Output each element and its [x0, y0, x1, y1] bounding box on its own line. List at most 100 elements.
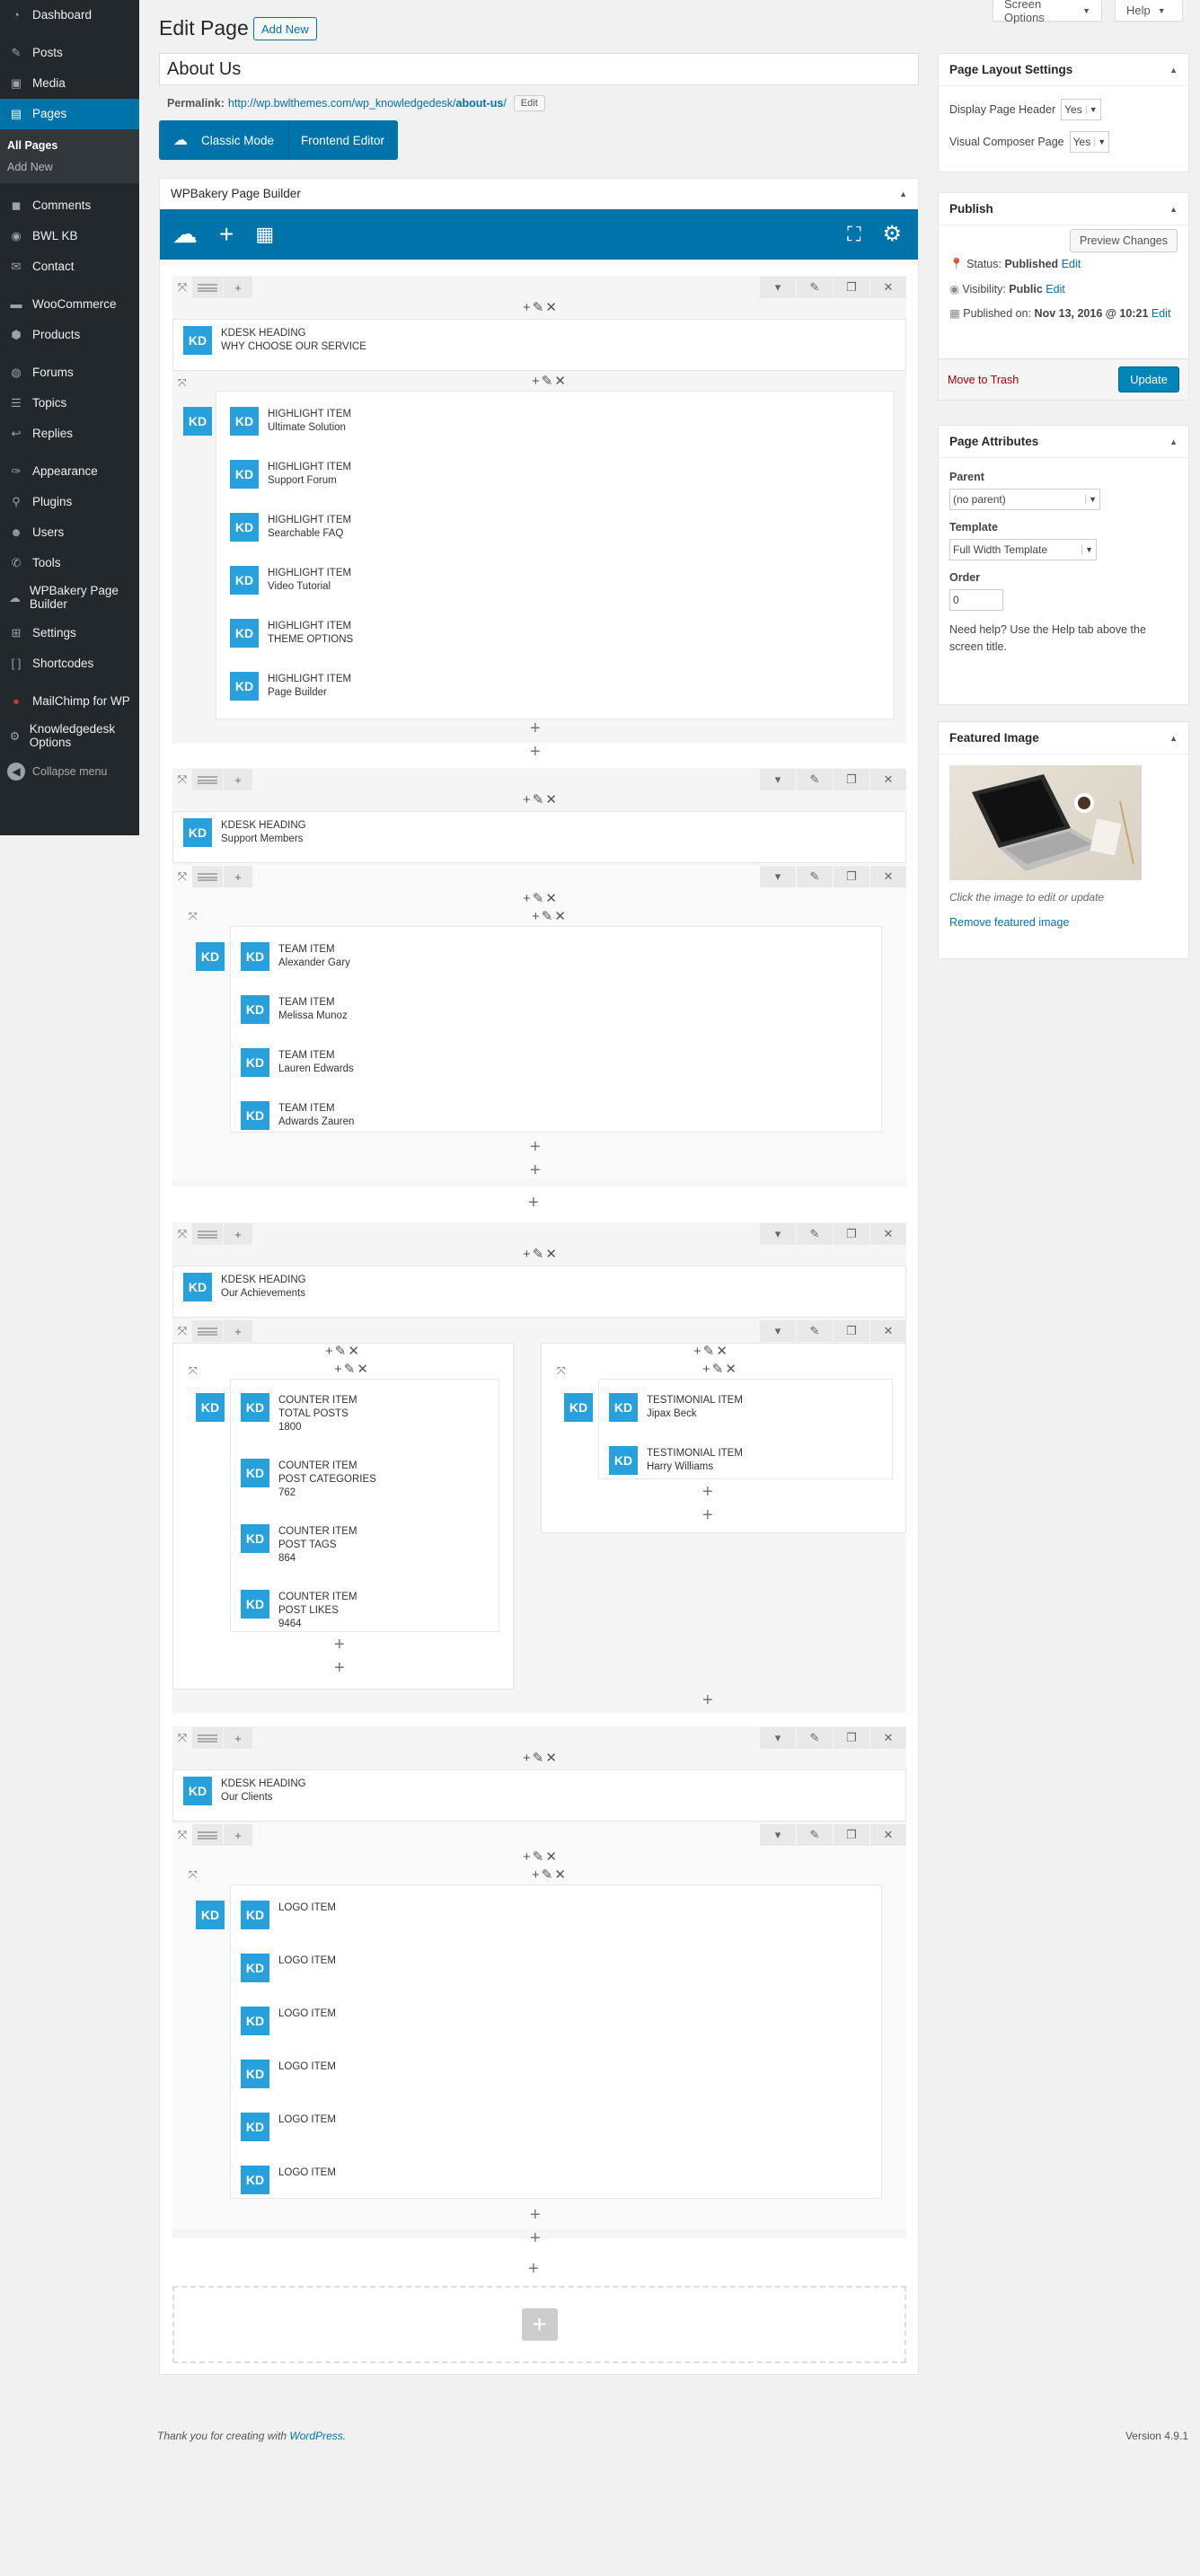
- drag-handle-icon[interactable]: [192, 769, 223, 790]
- move-icon[interactable]: ⤧: [178, 376, 187, 390]
- move-icon[interactable]: ⤧: [173, 277, 191, 298]
- sidebar-item-mailchimp[interactable]: ● MailChimp for WP: [0, 686, 139, 717]
- edit-row-icon[interactable]: ✎: [797, 1727, 833, 1749]
- add-icon[interactable]: +: [530, 1138, 541, 1156]
- title-input[interactable]: About Us: [159, 53, 919, 85]
- sidebar-item-shortcodes[interactable]: [ ] Shortcodes: [0, 648, 139, 679]
- submenu-all-pages[interactable]: All Pages: [0, 135, 139, 156]
- move-icon[interactable]: ⤧: [173, 1223, 191, 1245]
- clone-row-icon[interactable]: ❐: [834, 1320, 869, 1342]
- published-edit-link[interactable]: Edit: [1151, 307, 1171, 320]
- add-icon[interactable]: +: [523, 1849, 533, 1865]
- add-icon[interactable]: +: [532, 1867, 542, 1883]
- edit-icon[interactable]: ✎: [533, 300, 546, 315]
- edit-row-icon[interactable]: ✎: [797, 1320, 833, 1342]
- add-icon[interactable]: +: [523, 792, 533, 807]
- delete-icon[interactable]: ✕: [545, 891, 559, 906]
- builder-element[interactable]: KD TEAM ITEM Lauren Edwards: [241, 1048, 354, 1077]
- delete-icon[interactable]: ✕: [725, 1362, 738, 1377]
- delete-row-icon[interactable]: ✕: [870, 277, 906, 298]
- sidebar-item-posts[interactable]: ✎ Posts: [0, 38, 139, 68]
- add-icon[interactable]: +: [702, 1691, 713, 1709]
- add-icon[interactable]: +: [334, 1659, 345, 1677]
- delete-row-icon[interactable]: ✕: [870, 866, 906, 887]
- add-icon[interactable]: +: [532, 909, 542, 924]
- toggle-arrow-icon[interactable]: ▲: [1169, 66, 1178, 75]
- add-icon[interactable]: +: [523, 1751, 533, 1766]
- edit-row-icon[interactable]: ✎: [797, 1824, 833, 1846]
- add-icon[interactable]: +: [523, 300, 533, 315]
- clone-row-icon[interactable]: ❐: [834, 769, 869, 790]
- sidebar-item-dashboard[interactable]: ◔ Dashboard: [0, 0, 139, 31]
- add-icon[interactable]: +: [702, 1506, 713, 1524]
- add-column-icon[interactable]: +: [224, 866, 252, 887]
- delete-row-icon[interactable]: ✕: [870, 1824, 906, 1846]
- edit-icon[interactable]: ✎: [533, 1849, 546, 1865]
- wordpress-link[interactable]: WordPress: [289, 2430, 342, 2442]
- toggle-arrow-icon[interactable]: ▲: [1169, 734, 1178, 743]
- templates-icon[interactable]: ▦: [255, 225, 274, 244]
- add-column-icon[interactable]: +: [224, 1824, 252, 1846]
- add-icon[interactable]: +: [334, 1636, 345, 1654]
- sidebar-item-products[interactable]: ⬢ Products: [0, 320, 139, 350]
- cloud-logo-icon[interactable]: ☁: [172, 222, 198, 247]
- builder-element[interactable]: KD LOGO ITEM: [241, 2113, 336, 2141]
- builder-element[interactable]: KD KDESK HEADING Our Achievements: [183, 1273, 306, 1301]
- delete-icon[interactable]: ✕: [554, 909, 568, 924]
- add-column-icon[interactable]: +: [224, 277, 252, 298]
- add-icon[interactable]: +: [530, 2229, 541, 2247]
- add-icon[interactable]: +: [523, 1247, 533, 1262]
- builder-element[interactable]: KD LOGO ITEM: [241, 1954, 336, 1982]
- delete-icon[interactable]: ✕: [545, 300, 559, 315]
- sidebar-item-forums[interactable]: ◍ Forums: [0, 357, 139, 388]
- delete-icon[interactable]: ✕: [545, 1849, 559, 1865]
- classic-mode-button[interactable]: ☁ Classic Mode: [159, 120, 289, 160]
- delete-icon[interactable]: ✕: [554, 1867, 568, 1883]
- permalink-edit-button[interactable]: Edit: [513, 95, 545, 111]
- order-input[interactable]: 0: [949, 589, 1003, 611]
- edit-row-icon[interactable]: ✎: [797, 277, 833, 298]
- edit-icon[interactable]: ✎: [344, 1362, 357, 1377]
- sidebar-item-woocommerce[interactable]: ▬ WooCommerce: [0, 289, 139, 320]
- add-icon[interactable]: +: [530, 719, 541, 737]
- update-button[interactable]: Update: [1118, 366, 1179, 393]
- edit-icon[interactable]: ✎: [533, 891, 546, 906]
- drag-handle-icon[interactable]: [192, 1824, 223, 1846]
- move-icon[interactable]: ⤧: [189, 910, 198, 923]
- featured-image[interactable]: [949, 765, 1142, 880]
- clone-row-icon[interactable]: ❐: [834, 1727, 869, 1749]
- edit-row-icon[interactable]: ✎: [797, 866, 833, 887]
- add-column-icon[interactable]: +: [224, 769, 252, 790]
- add-icon[interactable]: +: [530, 1161, 541, 1179]
- sidebar-item-kd-options[interactable]: ⚙ Knowledgedesk Options: [0, 717, 139, 756]
- sidebar-item-settings[interactable]: ⊞ Settings: [0, 618, 139, 648]
- delete-row-icon[interactable]: ✕: [870, 1223, 906, 1245]
- settings-gear-icon[interactable]: ⚙: [882, 224, 902, 245]
- toggle-row-icon[interactable]: ▾: [760, 277, 796, 298]
- preview-changes-button[interactable]: Preview Changes: [1070, 229, 1178, 252]
- template-select[interactable]: Full Width Template ▼: [949, 539, 1097, 560]
- frontend-editor-button[interactable]: Frontend Editor: [289, 134, 384, 147]
- move-icon[interactable]: ⤧: [189, 1868, 198, 1882]
- add-element-area[interactable]: +: [172, 2286, 906, 2363]
- move-icon[interactable]: ⤧: [173, 1727, 191, 1749]
- edit-icon[interactable]: ✎: [533, 1751, 546, 1766]
- add-icon[interactable]: +: [523, 891, 533, 906]
- edit-row-icon[interactable]: ✎: [797, 1223, 833, 1245]
- add-column-icon[interactable]: +: [224, 1320, 252, 1342]
- builder-element[interactable]: KD COUNTER ITEM POST TAGS 864: [241, 1524, 357, 1566]
- delete-icon[interactable]: ✕: [545, 792, 559, 807]
- sidebar-item-users[interactable]: ☻ Users: [0, 517, 139, 548]
- drag-handle-icon[interactable]: [192, 277, 223, 298]
- builder-element[interactable]: KD COUNTER ITEM TOTAL POSTS 1800: [241, 1393, 357, 1434]
- status-edit-link[interactable]: Edit: [1062, 258, 1081, 270]
- add-row-icon[interactable]: +: [528, 2260, 539, 2278]
- sidebar-item-contact[interactable]: ✉ Contact: [0, 251, 139, 282]
- move-icon[interactable]: ⤧: [173, 769, 191, 790]
- permalink-link[interactable]: http://wp.bwlthemes.com/wp_knowledgedesk…: [228, 97, 507, 110]
- edit-row-icon[interactable]: ✎: [797, 769, 833, 790]
- builder-element[interactable]: KD HIGHLIGHT ITEM Support Forum: [230, 460, 351, 489]
- builder-element[interactable]: KD TEAM ITEM Alexander Gary: [241, 942, 350, 971]
- delete-row-icon[interactable]: ✕: [870, 769, 906, 790]
- sidebar-item-bwl-kb[interactable]: ◉ BWL KB: [0, 221, 139, 251]
